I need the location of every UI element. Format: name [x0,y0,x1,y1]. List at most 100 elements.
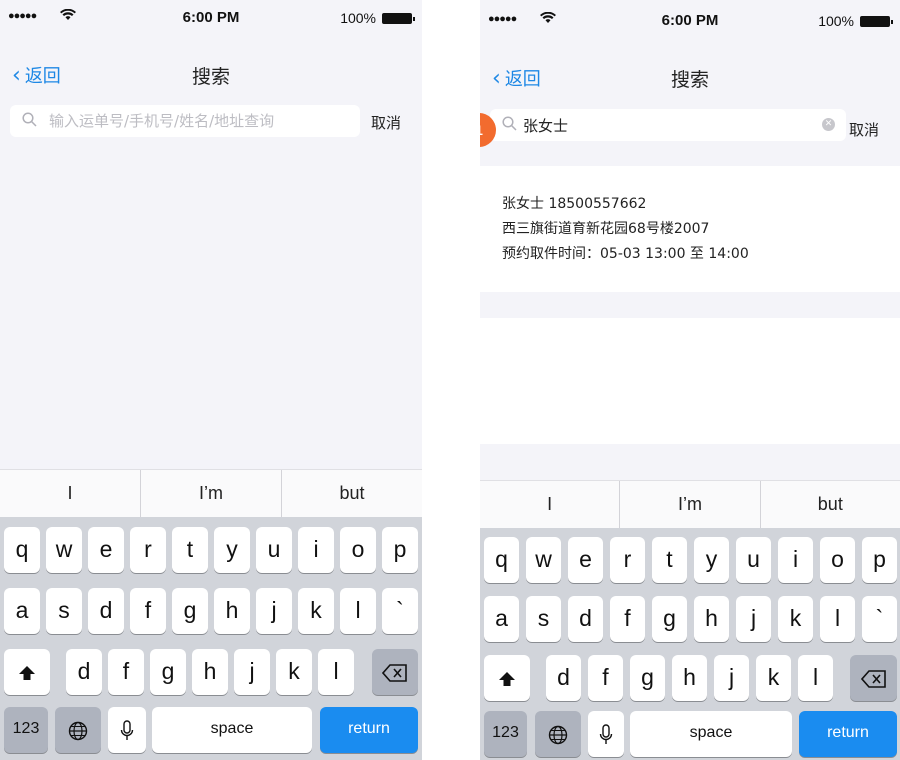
key-r[interactable]: r [610,537,645,583]
microphone-key[interactable] [108,707,146,753]
key-o[interactable]: o [340,527,376,573]
suggestion-item[interactable]: I [0,470,141,517]
key-a[interactable]: a [484,596,519,642]
key-k[interactable]: k [298,588,334,634]
key-l[interactable]: l [798,655,833,701]
space-key[interactable]: space [630,711,792,757]
search-icon [502,115,517,135]
key-u[interactable]: u [736,537,771,583]
key-d[interactable]: d [568,596,603,642]
cancel-button[interactable]: 取消 [849,119,879,140]
key-d[interactable]: d [66,649,102,695]
suggestion-item[interactable]: but [761,481,900,528]
key-j[interactable]: j [256,588,292,634]
key-k[interactable]: k [778,596,813,642]
search-input[interactable] [49,112,360,130]
shift-key[interactable] [4,649,50,695]
key-p[interactable]: p [382,527,418,573]
key-f[interactable]: f [610,596,645,642]
key-f[interactable]: f [588,655,623,701]
key-r[interactable]: r [130,527,166,573]
key-t[interactable]: t [652,537,687,583]
suggestion-item[interactable]: I’m [141,470,282,517]
page-title: 搜索 [191,66,230,88]
space-key[interactable]: space [152,707,312,753]
numbers-key[interactable]: 123 [484,711,527,757]
keyboard: q w e r t y u i o p a s d f g h j k l ` … [0,517,422,760]
key-t[interactable]: t [172,527,208,573]
return-key[interactable]: return [320,707,418,753]
key-h[interactable]: h [192,649,228,695]
globe-key[interactable] [535,711,581,757]
search-icon [22,111,37,131]
key-g[interactable]: g [150,649,186,695]
return-key[interactable]: return [799,711,897,757]
key-d[interactable]: d [546,655,581,701]
search-input[interactable] [523,116,846,134]
key-g[interactable]: g [652,596,687,642]
cancel-button[interactable]: 取消 [371,112,401,133]
key-j[interactable]: j [234,649,270,695]
key-k[interactable]: k [276,649,312,695]
key-h[interactable]: h [694,596,729,642]
left-screen: ●●●●● 6:00 PM 100% ‹ 返回 搜索 取消 I I’m but … [0,0,422,760]
page-title: 搜索 [670,69,709,91]
key-f[interactable]: f [108,649,144,695]
key-w[interactable]: w [526,537,561,583]
key-l[interactable]: l [318,649,354,695]
key-e[interactable]: e [568,537,603,583]
key-q[interactable]: q [4,527,40,573]
key-f[interactable]: f [130,588,166,634]
key-s[interactable]: s [46,588,82,634]
key-h[interactable]: h [214,588,250,634]
result-name-phone: 张女士 18500557662 [502,196,647,212]
battery-percent: 100% [340,10,376,26]
key-y[interactable]: y [694,537,729,583]
key-l[interactable]: l [820,596,855,642]
key-backtick[interactable]: ` [862,596,897,642]
key-backtick[interactable]: ` [382,588,418,634]
key-l[interactable]: l [340,588,376,634]
globe-key[interactable] [55,707,101,753]
key-o[interactable]: o [820,537,855,583]
key-p[interactable]: p [862,537,897,583]
search-field[interactable] [490,109,846,141]
key-j[interactable]: j [736,596,771,642]
microphone-icon [120,720,134,740]
key-a[interactable]: a [4,588,40,634]
key-s[interactable]: s [526,596,561,642]
result-pickup-time: 预约取件时间：05-03 13:00 至 14:00 [502,246,749,262]
key-g[interactable]: g [172,588,208,634]
search-result-card[interactable]: 张女士 18500557662 西三旗街道育新花园68号楼2007 预约取件时间… [480,166,900,292]
suggestion-item[interactable]: but [282,470,422,517]
key-g[interactable]: g [630,655,665,701]
key-h[interactable]: h [672,655,707,701]
empty-area [480,318,900,444]
key-d[interactable]: d [88,588,124,634]
suggestion-item[interactable]: I [480,481,621,528]
microphone-key[interactable] [588,711,624,757]
suggestion-bar: I I’m but [480,480,900,528]
delete-key[interactable] [372,649,418,695]
delete-key[interactable] [850,655,897,701]
shift-key[interactable] [484,655,530,701]
backspace-icon [381,664,407,682]
key-i[interactable]: i [778,537,813,583]
globe-icon [68,721,88,741]
key-j[interactable]: j [714,655,749,701]
clear-icon[interactable]: ✕ [822,118,835,131]
numbers-key[interactable]: 123 [4,707,48,753]
key-w[interactable]: w [46,527,82,573]
key-q[interactable]: q [484,537,519,583]
key-e[interactable]: e [88,527,124,573]
key-u[interactable]: u [256,527,292,573]
key-i[interactable]: i [298,527,334,573]
result-address: 西三旗街道育新花园68号楼2007 [502,221,710,237]
key-k[interactable]: k [756,655,791,701]
status-bar: ●●●●● 6:00 PM 100% [480,3,900,39]
key-y[interactable]: y [214,527,250,573]
backspace-icon [860,670,886,688]
search-field[interactable] [10,105,360,137]
suggestion-item[interactable]: I’m [620,481,761,528]
globe-icon [548,725,568,745]
